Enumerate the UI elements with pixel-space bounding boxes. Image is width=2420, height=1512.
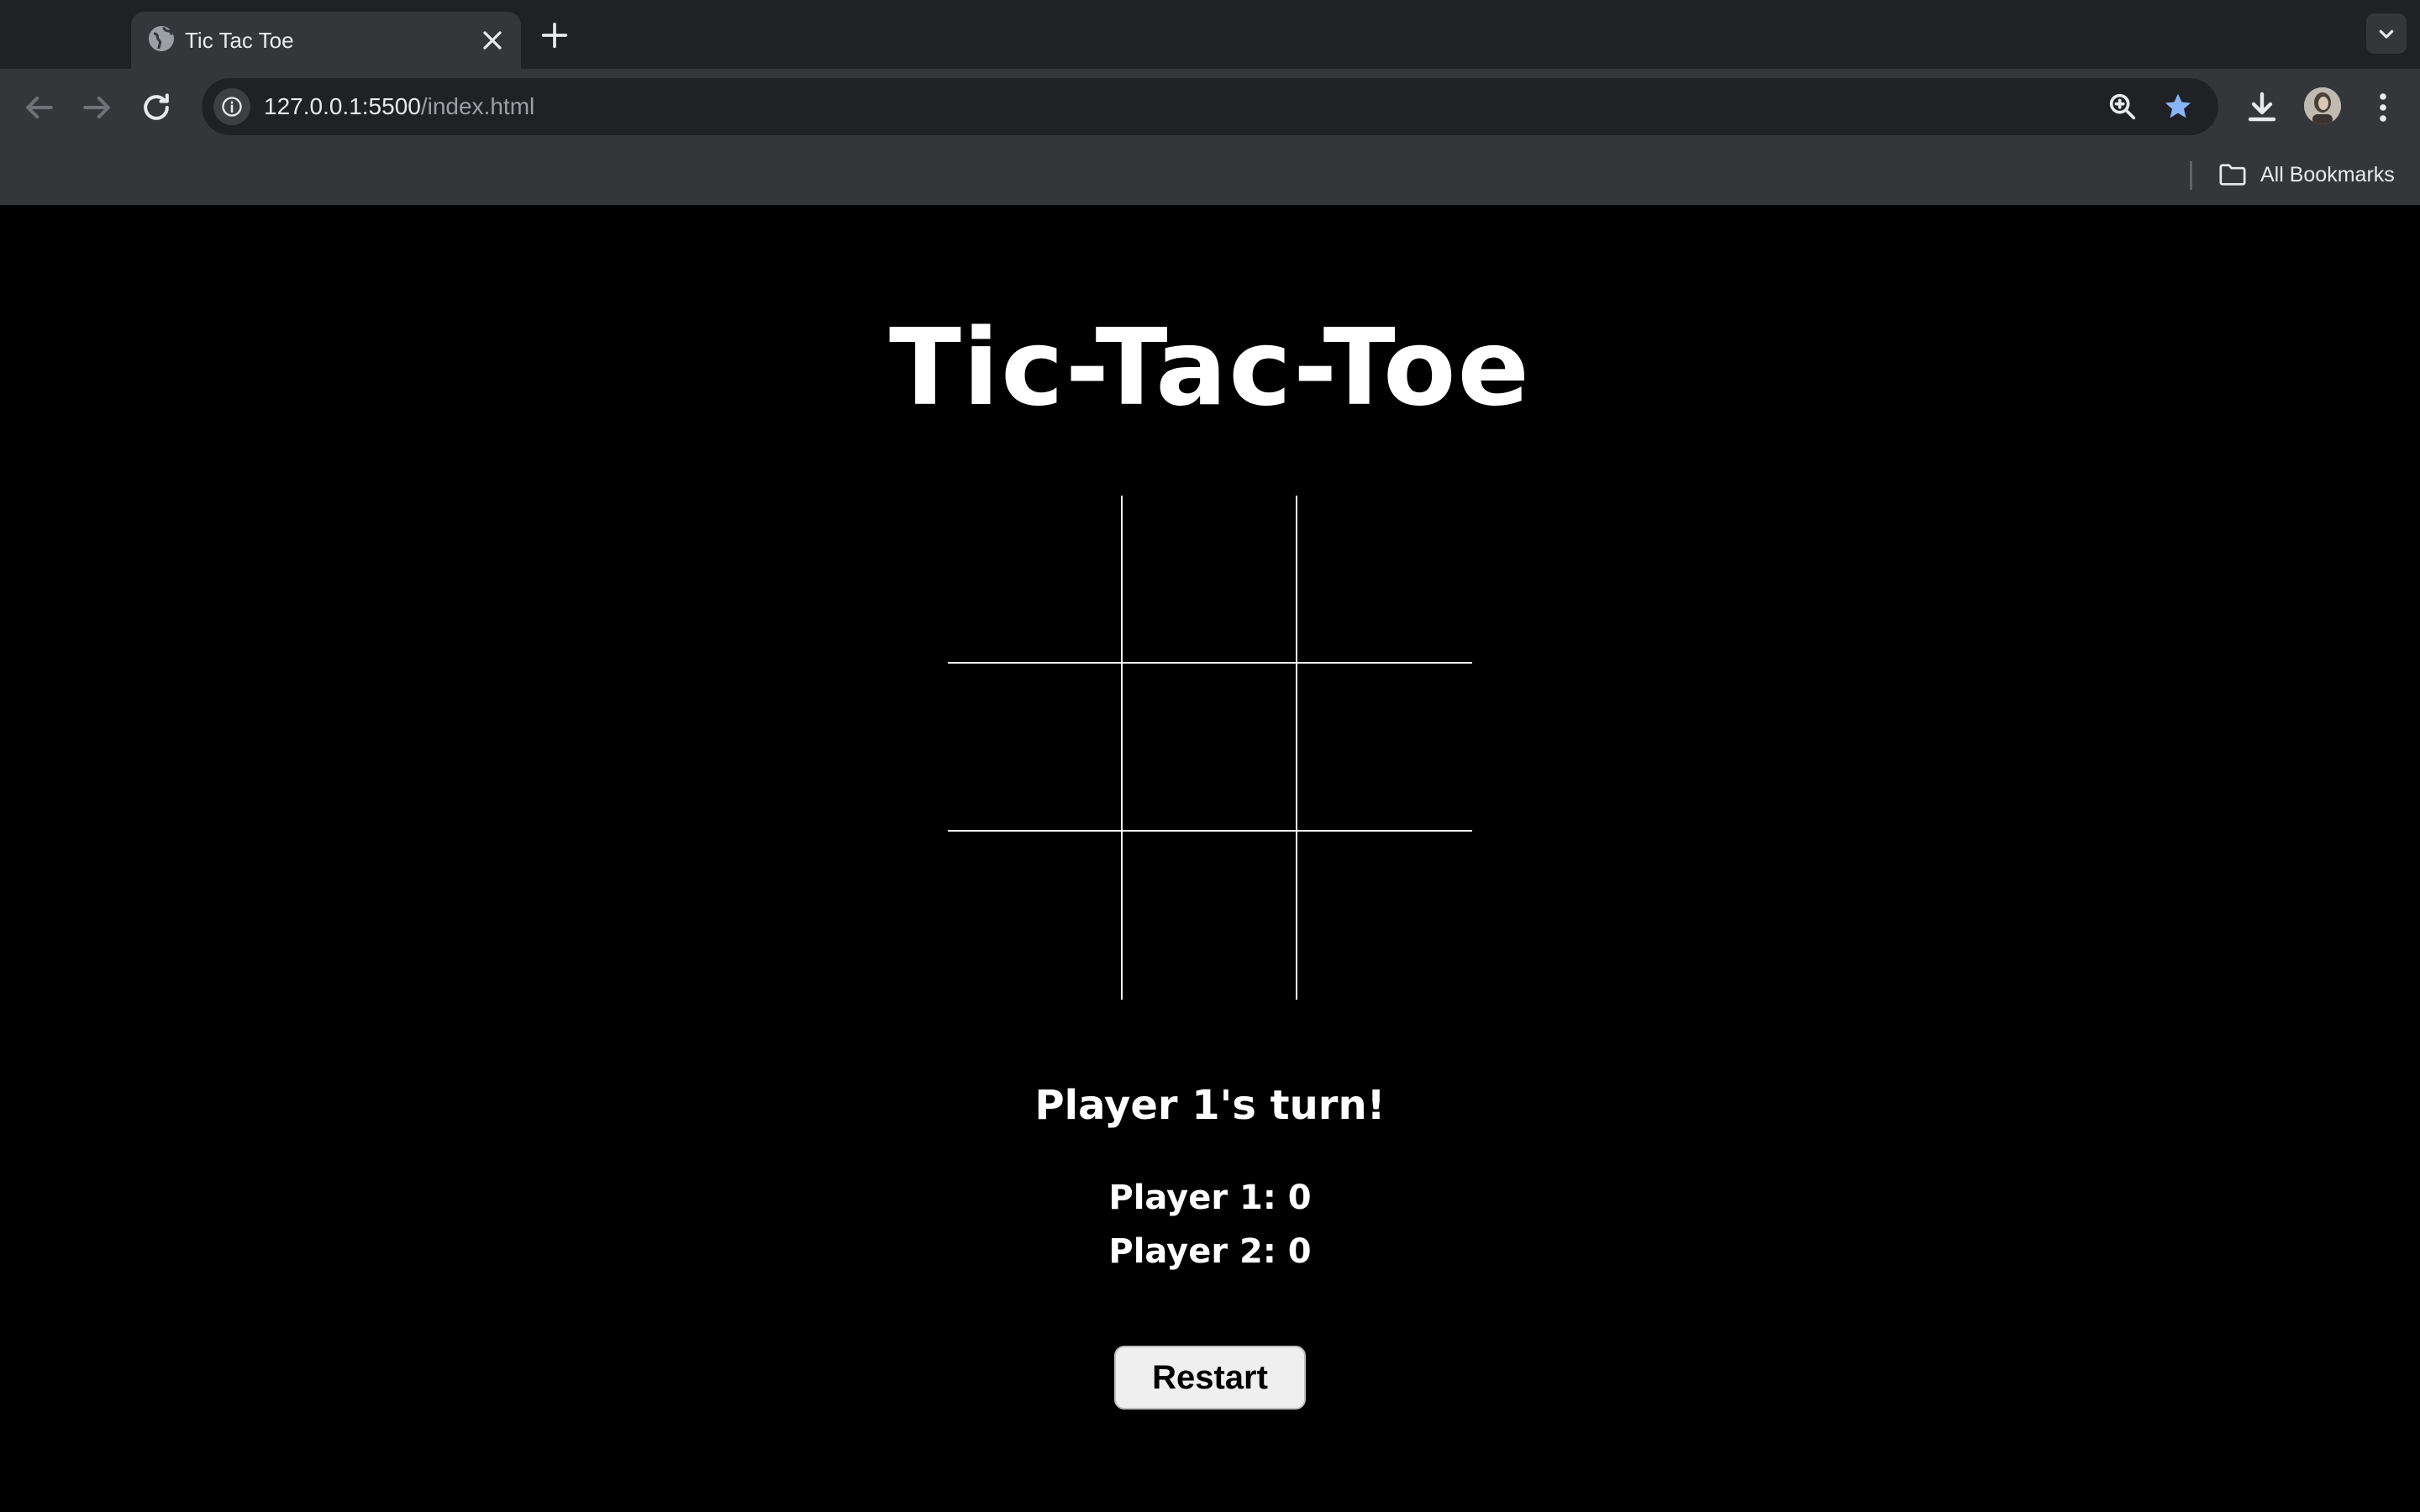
toolbar: 127.0.0.1:5500/index.html (0, 69, 2420, 144)
board-cell-6[interactable] (1297, 664, 1472, 832)
bookmarks-separator (2190, 161, 2192, 190)
board-cell-4[interactable] (948, 664, 1123, 832)
page-content: Tic-Tac-Toe Player 1's turn! Player 1: 0… (0, 205, 2420, 1512)
tab-search-button[interactable] (2366, 13, 2407, 54)
info-icon (222, 97, 242, 117)
player-1-score: Player 1: 0 (1108, 1179, 1312, 1217)
menu-dots-icon[interactable] (2363, 87, 2403, 128)
player-2-score: Player 2: 0 (1108, 1232, 1312, 1271)
game-title: Tic-Tac-Toe (888, 306, 1532, 429)
tab-title: Tic Tac Toe (185, 28, 294, 53)
board-cell-8[interactable] (1123, 832, 1297, 1000)
board-cell-5[interactable] (1123, 664, 1297, 832)
reload-icon[interactable] (138, 89, 175, 126)
board-cell-2[interactable] (1123, 496, 1297, 664)
back-arrow-icon[interactable] (20, 89, 57, 126)
url-host: 127.0.0.1:5500 (264, 93, 421, 119)
board-cell-1[interactable] (948, 496, 1123, 664)
url-path: /index.html (420, 93, 535, 119)
download-icon[interactable] (2242, 87, 2282, 128)
globe-icon (149, 26, 174, 51)
game-board (948, 496, 1472, 1000)
board-cell-9[interactable] (1297, 832, 1472, 1000)
all-bookmarks-label: All Bookmarks (2260, 163, 2395, 186)
bookmarks-bar: All Bookmarks (0, 144, 2420, 205)
site-info-button[interactable] (213, 88, 250, 125)
board-cell-3[interactable] (1297, 496, 1472, 664)
tab-tic-tac-toe[interactable]: Tic Tac Toe (131, 12, 521, 69)
restart-button[interactable]: Restart (1114, 1346, 1306, 1410)
turn-status: Player 1's turn! (1034, 1082, 1386, 1129)
new-tab-icon[interactable] (538, 18, 571, 52)
close-icon[interactable] (477, 25, 508, 55)
url-text: 127.0.0.1:5500/index.html (264, 88, 534, 125)
zoom-icon[interactable] (2106, 90, 2139, 123)
address-bar[interactable]: 127.0.0.1:5500/index.html (202, 78, 2218, 135)
folder-icon (2219, 164, 2246, 186)
board-cell-7[interactable] (948, 832, 1123, 1000)
profile-photo-icon (2304, 87, 2341, 124)
chevron-down-icon (2379, 29, 2394, 39)
browser-chrome: Tic Tac Toe 127.0.0.1:5500/index.html Al… (0, 0, 2420, 205)
profile-avatar[interactable] (2304, 87, 2341, 124)
bookmark-star-icon[interactable] (2161, 90, 2195, 123)
tab-strip: Tic Tac Toe (0, 0, 2420, 69)
forward-arrow-icon[interactable] (79, 89, 116, 126)
